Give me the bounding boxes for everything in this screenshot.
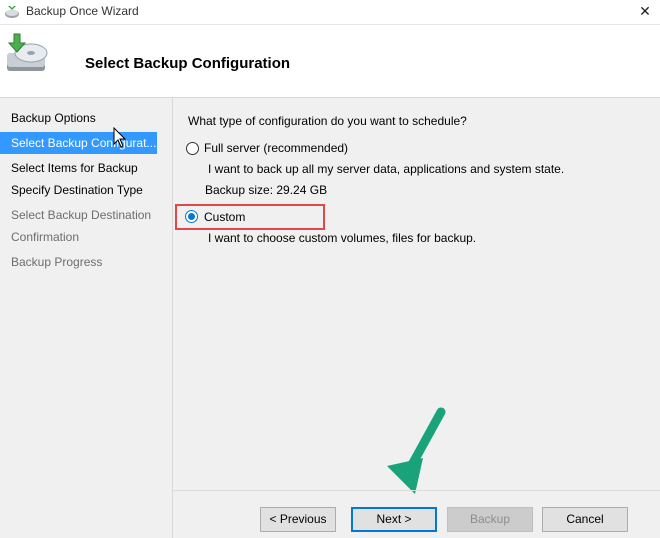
step-specify-destination-type[interactable]: Specify Destination Type bbox=[0, 179, 157, 201]
annotation-arrow-icon bbox=[387, 407, 446, 494]
previous-button[interactable]: < Previous bbox=[260, 507, 336, 532]
step-select-backup-configuration[interactable]: Select Backup Configurat... bbox=[0, 132, 157, 154]
backup-disc-icon bbox=[7, 33, 48, 71]
cancel-button[interactable]: Cancel bbox=[542, 507, 628, 532]
step-confirmation: Confirmation bbox=[11, 230, 80, 244]
custom-description: I want to choose custom volumes, files f… bbox=[208, 231, 477, 245]
full-server-description: I want to back up all my server data, ap… bbox=[208, 162, 565, 176]
main-panel: What type of configuration do you want t… bbox=[173, 98, 660, 538]
wizard-header: Select Backup Configuration bbox=[0, 25, 660, 98]
close-icon[interactable]: ✕ bbox=[630, 0, 660, 24]
full-server-label[interactable]: Full server (recommended) bbox=[204, 141, 348, 155]
step-select-backup-destination: Select Backup Destination bbox=[11, 208, 152, 222]
configuration-question: What type of configuration do you want t… bbox=[188, 114, 467, 128]
step-select-items-for-backup[interactable]: Select Items for Backup bbox=[0, 157, 157, 179]
full-server-radio[interactable] bbox=[186, 142, 199, 155]
step-backup-progress: Backup Progress bbox=[11, 255, 103, 269]
mouse-cursor-icon bbox=[113, 127, 127, 148]
app-icon bbox=[5, 6, 19, 18]
window-title: Backup Once Wizard bbox=[26, 4, 139, 18]
wizard-steps: Backup Options Select Backup Configurat.… bbox=[0, 98, 172, 538]
custom-radio[interactable] bbox=[185, 210, 198, 223]
backup-size-text: Backup size: 29.24 GB bbox=[205, 183, 328, 197]
footer-divider bbox=[173, 490, 660, 491]
step-backup-options[interactable]: Backup Options bbox=[0, 107, 157, 129]
page-title: Select Backup Configuration bbox=[85, 55, 291, 72]
backup-button: Backup bbox=[447, 507, 533, 532]
next-button[interactable]: Next > bbox=[351, 507, 437, 532]
custom-label[interactable]: Custom bbox=[204, 210, 245, 224]
title-bar: Backup Once Wizard ✕ bbox=[0, 0, 660, 25]
